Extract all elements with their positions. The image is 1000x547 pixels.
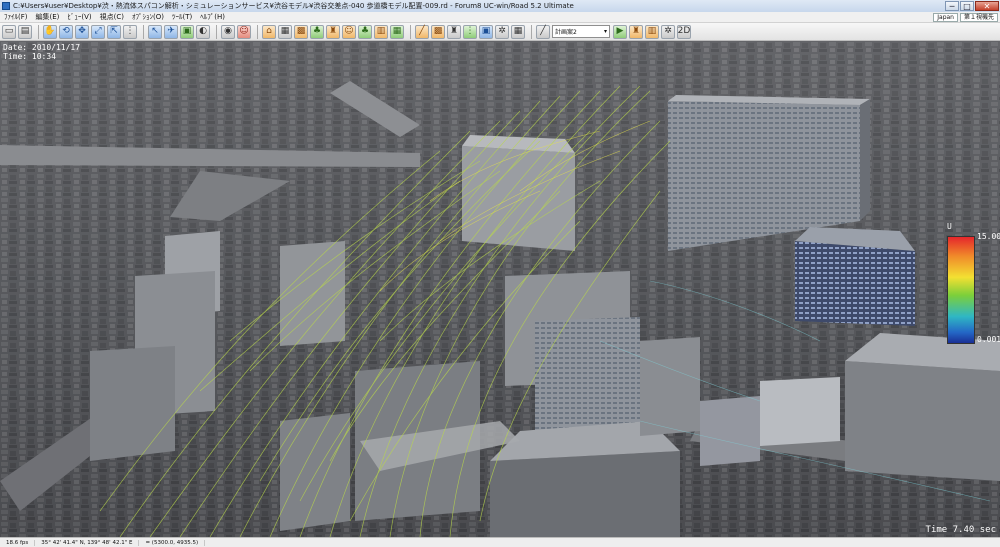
menu-bar: ﾌｧｲﾙ(F) 編集(E) ﾋﾞｭｰ(V) 視点(C) ｵﾌﾟｼｮﾝ(O) ﾂｰ… bbox=[0, 12, 1000, 23]
building-mid-3 bbox=[535, 317, 640, 436]
toolbar-separator bbox=[410, 24, 411, 39]
close-button[interactable]: ✕ bbox=[975, 1, 999, 11]
open-icon[interactable]: ▤ bbox=[18, 24, 32, 39]
color-legend: U 15.00 0.001 bbox=[947, 222, 1000, 344]
export-icon[interactable]: ▥ bbox=[645, 24, 659, 39]
person-group-icon[interactable]: ☺ bbox=[342, 24, 356, 39]
legend-max: 15.00 bbox=[977, 232, 1000, 241]
chevron-down-icon: ▾ bbox=[603, 28, 607, 35]
chart-icon[interactable]: ▥ bbox=[374, 24, 388, 39]
ruler-icon[interactable]: ╱ bbox=[415, 24, 429, 39]
tree-icon[interactable]: ♣ bbox=[310, 24, 324, 39]
settings-icon[interactable]: ✲ bbox=[661, 24, 675, 39]
building-icon[interactable]: ⌂ bbox=[262, 24, 276, 39]
menu-options[interactable]: ｵﾌﾟｼｮﾝ(O) bbox=[128, 12, 168, 22]
menu-right-controls: Japan 第１視機先 bbox=[933, 12, 1000, 22]
person-icon[interactable]: ☺ bbox=[237, 24, 251, 39]
grid-icon[interactable]: ▩ bbox=[431, 24, 445, 39]
play-icon[interactable]: ▶ bbox=[613, 24, 627, 39]
menu-file[interactable]: ﾌｧｲﾙ(F) bbox=[0, 12, 32, 22]
display-select[interactable]: 第１視機先 bbox=[959, 12, 998, 22]
menu-view[interactable]: ﾋﾞｭｰ(V) bbox=[63, 12, 95, 22]
menu-camera[interactable]: 視点(C) bbox=[96, 12, 128, 22]
zoom-icon[interactable]: ⤢ bbox=[91, 24, 105, 39]
building-mid-5 bbox=[280, 413, 350, 531]
building-right-face bbox=[845, 361, 1000, 481]
building-cluster-1 bbox=[640, 337, 700, 436]
camera-icon[interactable]: ◉ bbox=[221, 24, 235, 39]
new-icon[interactable]: ▭ bbox=[2, 24, 16, 39]
road-icon[interactable]: ⋮ bbox=[123, 24, 137, 39]
menu-help[interactable]: ﾍﾙﾌﾟ(H) bbox=[196, 12, 229, 22]
walk-icon[interactable]: ⇱ bbox=[107, 24, 121, 39]
menu-edit[interactable]: 編集(E) bbox=[32, 12, 64, 22]
city-scene bbox=[0, 41, 1000, 537]
scene-icon[interactable]: ♜ bbox=[326, 24, 340, 39]
hand-icon[interactable]: ✋ bbox=[43, 24, 57, 39]
building-front-face bbox=[490, 451, 680, 537]
plan-select[interactable]: 計画案2 ▾ bbox=[552, 25, 610, 38]
car-icon[interactable]: ▣ bbox=[180, 24, 194, 39]
title-bar: C:¥Users¥user¥Desktop¥渋・熱流体スパコン解析・シミュレーシ… bbox=[0, 0, 1000, 12]
signal-icon[interactable]: ◐ bbox=[196, 24, 210, 39]
building-tall-side bbox=[860, 99, 870, 221]
edit-plan-icon[interactable]: ╱ bbox=[536, 24, 550, 39]
pattern-icon[interactable]: ✲ bbox=[495, 24, 509, 39]
toolbar-separator bbox=[257, 24, 258, 39]
hud-date: Date: 2010/11/17 bbox=[3, 43, 81, 52]
zoom-2d-icon[interactable]: 2D bbox=[677, 24, 691, 39]
cursor-icon[interactable]: ↖ bbox=[148, 24, 162, 39]
signpost-icon[interactable]: ⋮ bbox=[463, 24, 477, 39]
rotate-icon[interactable]: ⟲ bbox=[59, 24, 73, 39]
forest-icon[interactable]: ♣ bbox=[358, 24, 372, 39]
plan-select-value: 計画案2 bbox=[555, 29, 577, 36]
building-left-3 bbox=[90, 346, 175, 461]
legend-unit: U bbox=[947, 222, 952, 231]
move-icon[interactable]: ✥ bbox=[75, 24, 89, 39]
status-latlon: 35° 42' 41.4" N, 139° 48' 42.1" E bbox=[35, 539, 140, 546]
legend-min: 0.001 bbox=[977, 335, 1000, 344]
toolbar: ▭ ▤ ✋ ⟲ ✥ ⤢ ⇱ ⋮ ↖ ✈ ▣ ◐ ◉ ☺ ⌂ ▦ ▩ ♣ ♜ ☺ … bbox=[0, 23, 1000, 41]
app-icon bbox=[2, 2, 10, 10]
layers-icon[interactable]: ▦ bbox=[511, 24, 525, 39]
window-title: C:¥Users¥user¥Desktop¥渋・熱流体スパコン解析・シミュレーシ… bbox=[13, 2, 574, 10]
status-bar: 18.6 fps 35° 42' 41.4" N, 139° 48' 42.1"… bbox=[0, 537, 1000, 547]
fly-icon[interactable]: ✈ bbox=[164, 24, 178, 39]
toolbar-separator bbox=[531, 24, 532, 39]
minimize-button[interactable]: ─ bbox=[945, 1, 959, 11]
hud-time: Time: 10:34 bbox=[3, 52, 56, 61]
legend-color-bar bbox=[947, 236, 975, 344]
building-mid-1 bbox=[280, 241, 345, 346]
landscape-icon[interactable]: ▦ bbox=[390, 24, 404, 39]
building-cluster-2 bbox=[700, 396, 760, 466]
maximize-button[interactable]: □ bbox=[960, 1, 974, 11]
status-position: = (5300.0, 4935.5) bbox=[139, 539, 206, 546]
building-blue-face bbox=[795, 241, 915, 326]
toolbar-separator bbox=[143, 24, 144, 39]
toolbar-separator bbox=[38, 24, 39, 39]
vehicle-icon[interactable]: ▣ bbox=[479, 24, 493, 39]
building-cluster-3 bbox=[760, 377, 840, 446]
menu-tools[interactable]: ﾂｰﾙ(T) bbox=[168, 12, 196, 22]
toolbar-separator bbox=[216, 24, 217, 39]
simulation-time: Time 7.40 sec bbox=[925, 525, 996, 535]
tower-icon[interactable]: ♜ bbox=[447, 24, 461, 39]
3d-viewport[interactable]: Date: 2010/11/17 Time: 10:34 U 15.00 0.0… bbox=[0, 41, 1000, 537]
status-fps: 18.6 fps bbox=[0, 539, 36, 546]
record-icon[interactable]: ♜ bbox=[629, 24, 643, 39]
texture-icon[interactable]: ▩ bbox=[294, 24, 308, 39]
model-icon[interactable]: ▦ bbox=[278, 24, 292, 39]
language-select[interactable]: Japan bbox=[933, 12, 958, 22]
